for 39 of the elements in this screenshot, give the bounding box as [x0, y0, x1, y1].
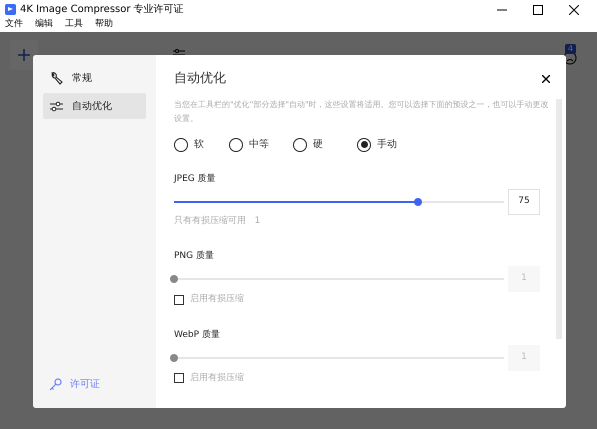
add-button[interactable] — [10, 40, 38, 70]
face-icon[interactable] — [563, 51, 577, 65]
checkbox-label: 启用有损压缩 — [190, 293, 244, 306]
close-icon[interactable] — [569, 5, 579, 15]
dialog-title: 自动优化 — [174, 70, 226, 88]
description-text: 当您在工具栏的"优化"部分选择"自动"时，这些设置将适用。您可以选择下面的预设之一，也可以手动更改设置。 — [174, 98, 550, 124]
value-field[interactable]: 75 — [508, 188, 540, 214]
maximize-icon[interactable] — [533, 5, 543, 15]
slider-thumb[interactable] — [414, 198, 422, 206]
menu-item[interactable]: 工具 — [65, 18, 83, 32]
sidebar-item[interactable]: 常规 — [43, 65, 146, 91]
radio-button[interactable] — [357, 138, 371, 152]
plus-icon — [18, 49, 30, 61]
app-logo-icon — [5, 4, 16, 14]
sidebar-item[interactable]: 自动优化 — [43, 93, 146, 119]
radio-label: 中等 — [249, 138, 269, 152]
key-icon — [49, 378, 62, 391]
close-icon[interactable] — [542, 74, 550, 83]
count-badge: 4 — [565, 44, 576, 54]
radio-button[interactable] — [293, 138, 307, 152]
menu-item[interactable]: 编辑 — [35, 18, 53, 32]
radio-label: 硬 — [313, 138, 323, 152]
window-title: 4K Image Compressor 专业许可证 — [20, 2, 184, 16]
sidebar-label: 常规 — [72, 72, 92, 86]
sliders-icon — [50, 100, 63, 112]
section-label: JPEG 质量 — [174, 172, 217, 184]
radio-label: 手动 — [377, 138, 397, 152]
sidebar-label: 自动优化 — [72, 100, 112, 114]
sliders-icon[interactable] — [173, 48, 185, 58]
section-label: PNG 质量 — [174, 250, 215, 262]
note-text: 只有有损压缩可用 1 — [174, 214, 262, 228]
section-label: WebP 质量 — [174, 328, 221, 340]
wrench-icon — [50, 72, 63, 84]
menu-item[interactable]: 文件 — [5, 18, 23, 32]
radio-button[interactable] — [174, 138, 188, 152]
radio-button[interactable] — [229, 138, 243, 152]
radio-label: 软 — [194, 138, 204, 152]
menu-item[interactable]: 帮助 — [95, 18, 113, 32]
checkbox-label: 启用有损压缩 — [190, 372, 244, 384]
